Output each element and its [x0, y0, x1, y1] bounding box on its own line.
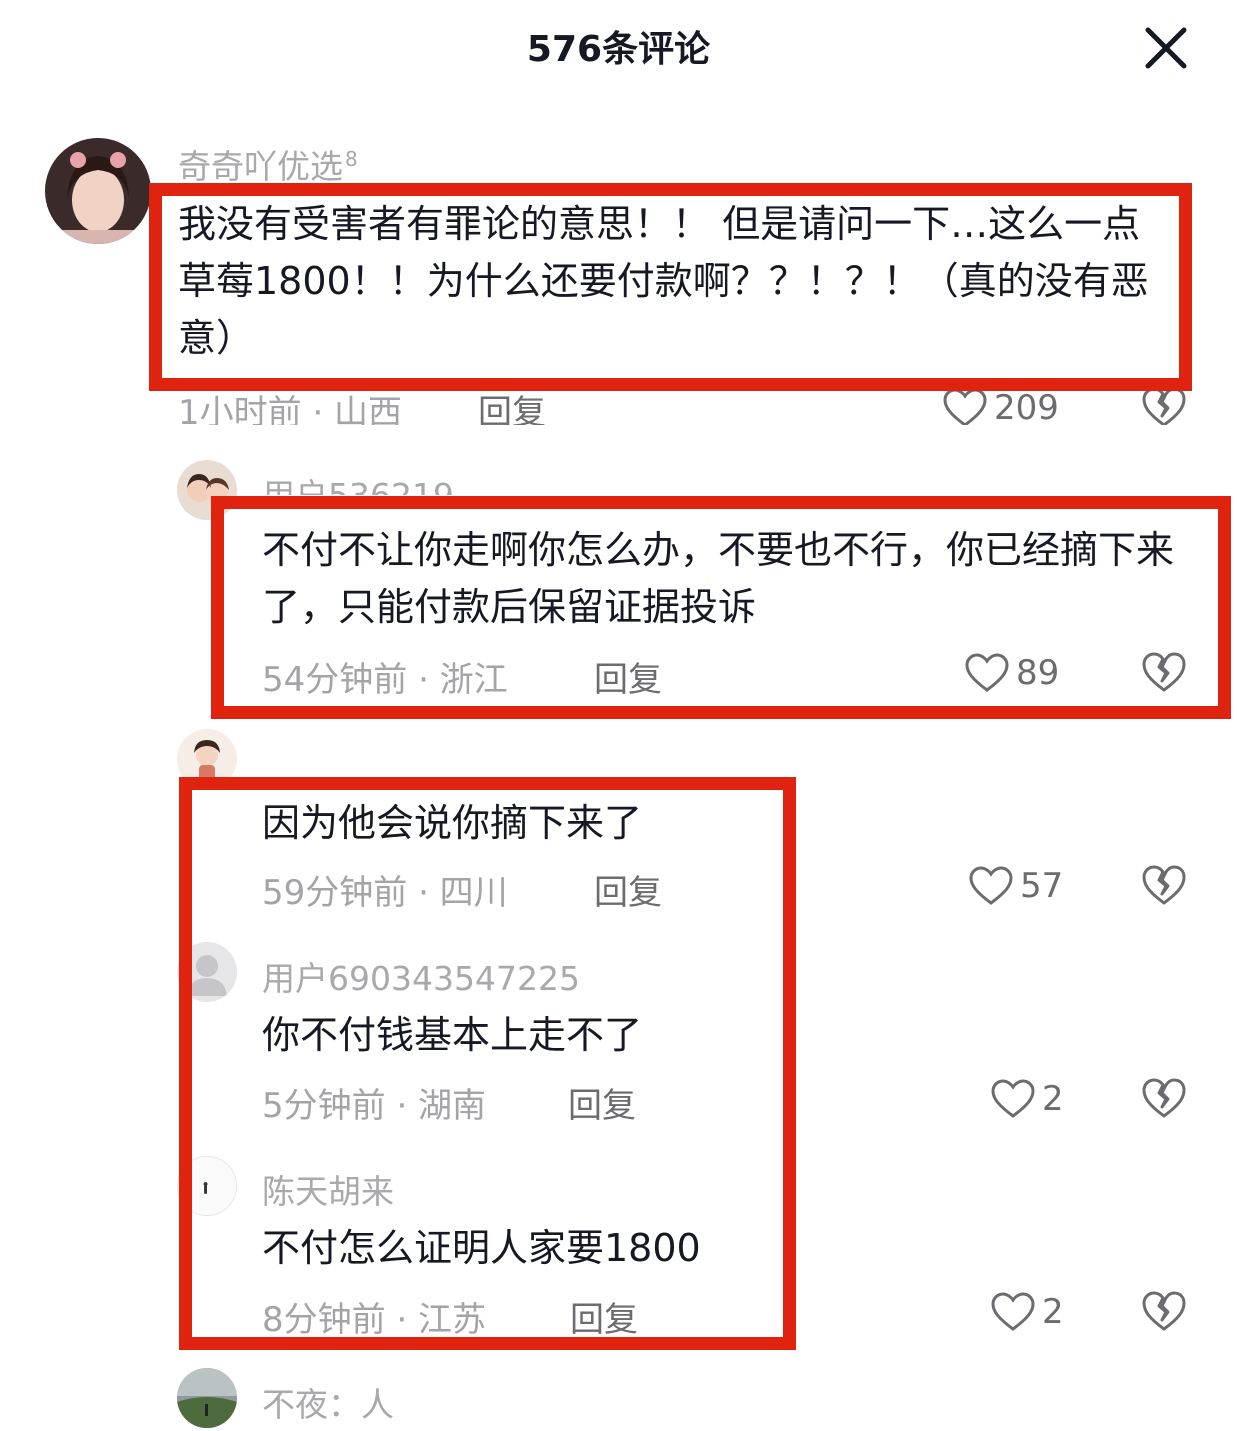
- reply-button[interactable]: 回复: [478, 385, 546, 425]
- dislike-button[interactable]: [1140, 863, 1188, 907]
- comment-actions-row: 1小时前 · 山西 回复 209: [0, 385, 1237, 425]
- heart-icon: [991, 1079, 1035, 1118]
- like-count: 2: [1042, 1292, 1064, 1332]
- like-button[interactable]: 57: [968, 863, 1063, 909]
- like-count: 2: [1042, 1079, 1064, 1119]
- username-clip: 用户536219: [262, 465, 682, 495]
- broken-heart-icon: [1142, 387, 1186, 425]
- user-badge: 8: [345, 147, 358, 171]
- heart-icon: [943, 388, 987, 425]
- comment-meta: 1小时前 · 山西: [178, 393, 403, 425]
- like-count: 209: [994, 388, 1059, 425]
- broken-heart-icon: [1142, 1078, 1186, 1118]
- highlight-box: [179, 777, 796, 1350]
- like-button[interactable]: 2: [990, 1289, 1064, 1335]
- dislike-button[interactable]: [1140, 1289, 1188, 1333]
- broken-heart-icon: [1142, 1291, 1186, 1331]
- dislike-button[interactable]: [1140, 385, 1188, 425]
- like-count: 57: [1020, 866, 1064, 906]
- like-button[interactable]: 2: [990, 1076, 1064, 1122]
- comment-username[interactable]: 用户536219: [262, 469, 454, 495]
- broken-heart-icon: [1142, 865, 1186, 905]
- comment-username[interactable]: 不夜：人: [262, 1378, 394, 1426]
- highlight-box: [149, 183, 1192, 391]
- dislike-button[interactable]: [1140, 1076, 1188, 1120]
- username-text[interactable]: 奇奇吖优选: [178, 147, 343, 186]
- like-button[interactable]: 209: [942, 385, 1059, 425]
- avatar[interactable]: [177, 1368, 237, 1428]
- comment-username[interactable]: 奇奇吖优选 8: [178, 140, 358, 188]
- close-icon[interactable]: [1138, 20, 1194, 76]
- comments-count-title: 576条评论: [526, 29, 711, 70]
- heart-icon: [991, 1292, 1035, 1331]
- heart-icon: [969, 866, 1013, 905]
- avatar[interactable]: [45, 138, 151, 244]
- highlight-box: [211, 496, 1231, 719]
